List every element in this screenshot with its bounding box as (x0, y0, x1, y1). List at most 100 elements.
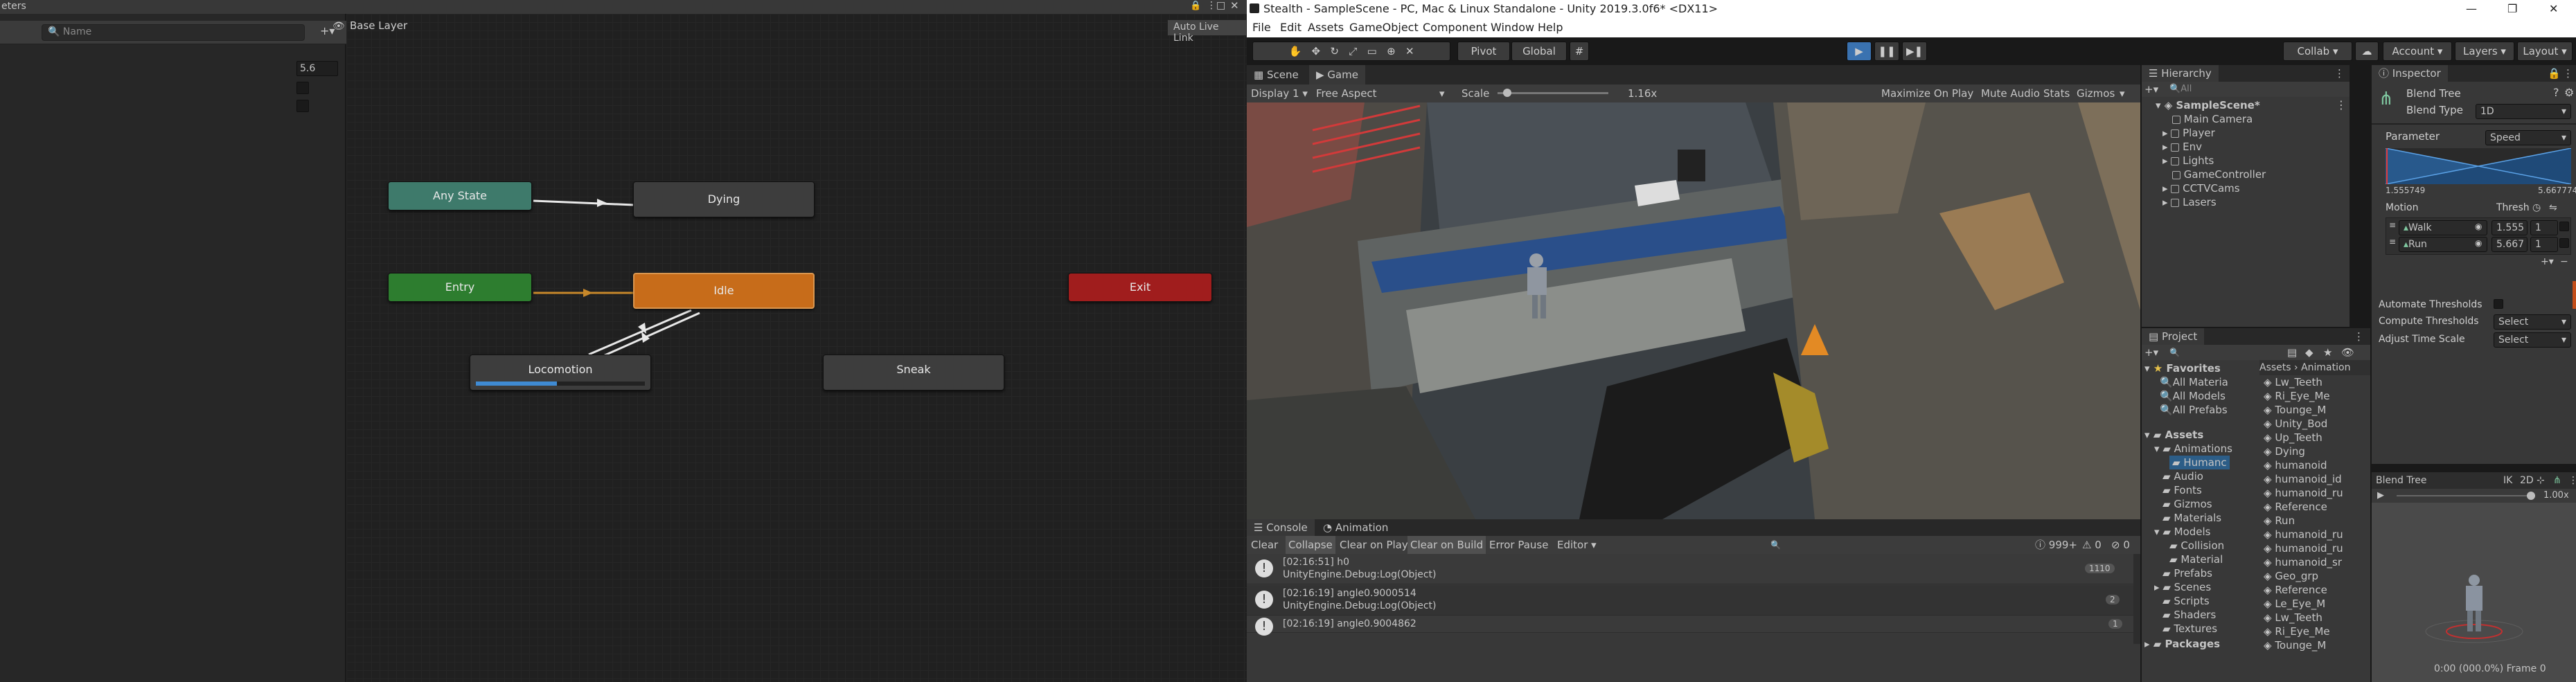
folder-item[interactable]: ▰ Shaders (2162, 608, 2216, 622)
preview-speed-slider[interactable] (2397, 495, 2535, 496)
project-file-item[interactable]: ◈ Tounge_M (2264, 403, 2326, 417)
node-entry[interactable]: Entry (388, 273, 532, 302)
editor-dropdown[interactable]: Editor ▾ (1557, 536, 1597, 554)
project-file-item[interactable]: ◈ Up_Teeth (2264, 431, 2322, 445)
panel-menu-icon[interactable]: ⋮ (2354, 328, 2364, 345)
pivot-button[interactable]: Pivot (1457, 42, 1510, 61)
pivot-toggle-icon[interactable]: ⊹ (2537, 472, 2545, 489)
minimize-icon[interactable]: — (2466, 0, 2477, 18)
create-asset-icon[interactable]: +▾ (2144, 345, 2158, 360)
project-file-item[interactable]: ◈ Tounge_M (2264, 638, 2326, 652)
folder-item[interactable]: ▰ Textures (2162, 622, 2217, 636)
folder-item[interactable]: ▰ Scripts (2162, 594, 2210, 608)
folder-item[interactable]: ▰ Gizmos (2162, 497, 2212, 511)
node-any-state[interactable]: Any State (388, 181, 532, 210)
drag-handle-icon[interactable]: ≡ (2389, 220, 2396, 230)
project-file-item[interactable]: ◈ humanoid_ru (2264, 486, 2343, 500)
node-exit[interactable]: Exit (1068, 273, 1212, 302)
hidden-packages-icon[interactable]: 👁 (2341, 345, 2354, 360)
automate-thresholds-checkbox[interactable] (2494, 299, 2503, 309)
error-count[interactable]: ⊘ 0 (2111, 536, 2130, 554)
project-file-item[interactable]: ◈ Le_Eye_M (2264, 597, 2325, 611)
console-entry[interactable]: ! [02:16:51] h0 UnityEngine.Debug:Log(Ob… (1247, 554, 2133, 584)
project-file-item[interactable]: ◈ humanoid_ru (2264, 528, 2343, 541)
project-file-item[interactable]: ◈ Ri_Eye_Me (2264, 625, 2330, 638)
object-picker-icon[interactable]: ◉ (2475, 238, 2482, 248)
layout-dropdown[interactable]: Layout ▾ (2517, 42, 2573, 61)
panel-menu-icon[interactable]: ⋮ (2568, 472, 2576, 489)
grid-snap-icon[interactable]: # (1570, 42, 1589, 61)
threshold-field[interactable]: 5.667 (2491, 237, 2528, 252)
error-pause-button[interactable]: Error Pause (1489, 536, 1548, 554)
transition-idle-locomotion[interactable] (596, 312, 700, 360)
clear-on-play-button[interactable]: Clear on Play (1340, 536, 1408, 554)
hierarchy-search-input[interactable]: 🔍All (2169, 82, 2192, 97)
rotate-tool-icon[interactable]: ↻ (1330, 45, 1339, 57)
favorite-item[interactable]: 🔍All Materia (2160, 375, 2228, 389)
clear-on-build-button[interactable]: Clear on Build (1407, 536, 1486, 554)
menu-edit[interactable]: Edit (1280, 18, 1302, 37)
project-file-item[interactable]: ◈ Dying (2264, 445, 2305, 458)
hierarchy-item[interactable]: ▸ Player (2162, 126, 2215, 140)
play-button[interactable]: ▶ (1847, 42, 1872, 61)
folder-item[interactable]: ▰ Prefabs (2162, 566, 2212, 580)
pause-button[interactable]: ❚❚ (1874, 42, 1899, 61)
scene-menu-icon[interactable]: ⋮ (2336, 98, 2347, 111)
add-motion-icon[interactable]: +▾ (2541, 256, 2554, 267)
hierarchy-item[interactable]: ▸ Lights (2162, 154, 2214, 168)
mirror-checkbox[interactable] (2559, 238, 2569, 248)
menu-gameobject[interactable]: GameObject (1349, 18, 1419, 37)
warn-count[interactable]: ⚠ 0 (2082, 536, 2102, 554)
window-close-icon[interactable]: ✕ (2549, 0, 2558, 18)
menu-file[interactable]: File (1252, 18, 1271, 37)
console-search-input[interactable]: 🔍 (1770, 539, 2061, 550)
hierarchy-item[interactable]: ▸ Env (2162, 140, 2202, 154)
folder-item[interactable]: ▰ Fonts (2162, 483, 2202, 497)
folder-item[interactable]: ▾ ▰ Animations (2154, 442, 2232, 456)
project-file-item[interactable]: ◈ humanoid (2264, 458, 2327, 472)
project-file-item[interactable]: ◈ Ri_Eye_Me (2264, 389, 2330, 403)
breadcrumb-assets[interactable]: Assets (2259, 362, 2291, 373)
layers-dropdown[interactable]: Layers ▾ (2455, 42, 2514, 61)
menu-window[interactable]: Window (1491, 18, 1534, 37)
preview-speed-handle[interactable] (2527, 492, 2535, 500)
blend-type-dropdown[interactable]: 1D ▾ (2476, 104, 2571, 119)
hierarchy-item[interactable]: Main Camera (2172, 112, 2253, 126)
ik-toggle[interactable]: IK (2503, 472, 2512, 489)
preview-viewport[interactable] (2372, 503, 2576, 682)
folder-item[interactable]: ▾ ▰ Models (2154, 525, 2211, 539)
node-dying[interactable]: Dying (633, 181, 815, 217)
project-file-item[interactable]: ◈ Lw_Teeth (2264, 375, 2322, 389)
restore-icon[interactable]: ❐ (2507, 0, 2517, 18)
scene-root[interactable]: ▾ ◈ SampleScene* (2156, 98, 2260, 112)
scale-slider-handle[interactable] (1503, 89, 1511, 97)
node-sneak[interactable]: Sneak (823, 355, 1004, 391)
help-icon[interactable]: ? (2553, 86, 2559, 99)
folder-item[interactable]: ▰ Collision (2169, 539, 2224, 553)
adjust-time-scale-dropdown[interactable]: Select ▾ (2494, 332, 2571, 348)
global-button[interactable]: Global (1511, 42, 1567, 61)
threshold-field[interactable]: 1.555 (2491, 220, 2528, 235)
aspect-chevron-icon[interactable]: ▾ (1439, 84, 1445, 102)
project-file-item[interactable]: ◈ humanoid_sr (2264, 555, 2342, 569)
lock-icon[interactable]: 🔒 (2548, 65, 2561, 82)
tab-inspector[interactable]: ⓘ Inspector (2372, 65, 2448, 82)
hierarchy-item[interactable]: ▸ CCTVCams (2162, 181, 2240, 195)
tab-scene[interactable]: ▦ Scene (1247, 65, 1306, 84)
settings-icon[interactable]: ⚙ (2564, 86, 2574, 99)
time-scale-field[interactable]: 1 (2530, 220, 2558, 235)
project-search-input[interactable]: 🔍 (2169, 345, 2253, 360)
transform-tool-icon[interactable]: ⊕ (1387, 45, 1396, 57)
tab-console[interactable]: ☰ Console (1247, 519, 1315, 536)
motion-row[interactable]: ≡ ▴Run ◉ 5.667 1 (2389, 237, 2569, 252)
favorite-item[interactable]: 🔍All Prefabs (2160, 403, 2228, 417)
collapse-button[interactable]: Collapse (1286, 536, 1335, 554)
project-file-item[interactable]: ◈ Geo_grp (2264, 569, 2318, 583)
menu-assets[interactable]: Assets (1308, 18, 1344, 37)
clear-button[interactable]: Clear (1251, 536, 1278, 554)
packages-folder[interactable]: ▸ ▰ Packages (2144, 637, 2220, 651)
compute-thresholds-dropdown[interactable]: Select ▾ (2494, 314, 2571, 330)
move-tool-icon[interactable]: ✥ (1311, 45, 1320, 57)
gizmos-chevron-icon[interactable]: ▾ (2120, 84, 2125, 102)
folder-item[interactable]: ▰ Materials (2162, 511, 2221, 525)
